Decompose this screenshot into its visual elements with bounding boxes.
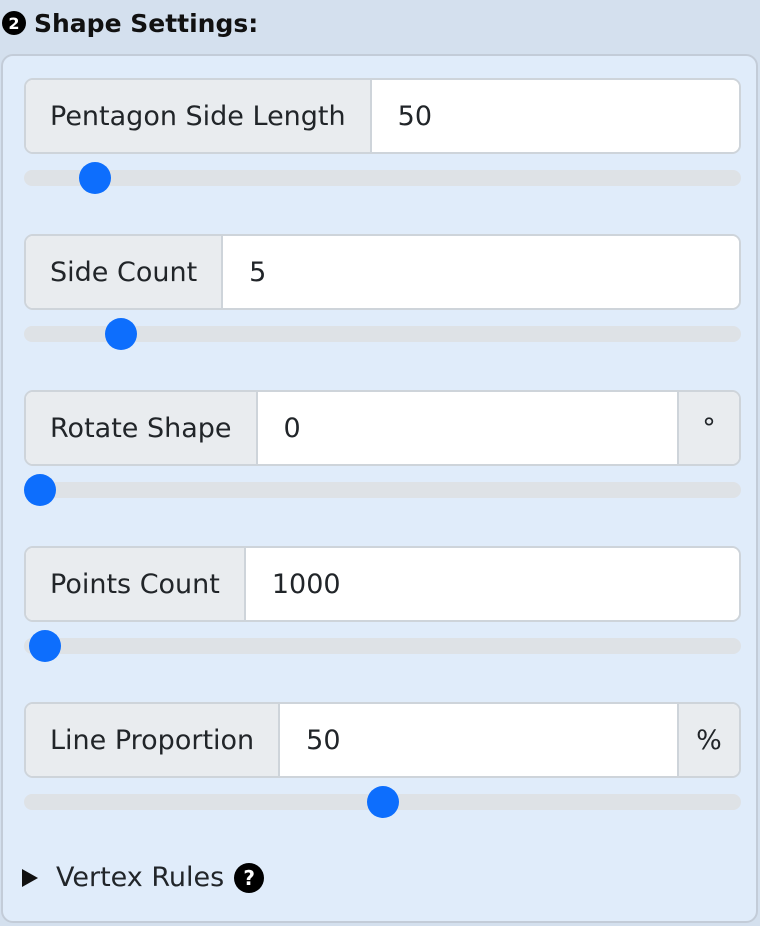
slider-thumb[interactable] [78, 162, 111, 194]
side-length-input[interactable] [371, 80, 739, 152]
rotate-shape-slider[interactable] [24, 474, 741, 506]
rotate-shape-input[interactable] [257, 392, 677, 464]
degree-unit-label: ° [677, 392, 739, 464]
line-proportion-input[interactable] [280, 704, 677, 776]
percent-unit-label: % [677, 704, 739, 776]
step-number-badge: 2 [2, 11, 26, 35]
slider-thumb[interactable] [366, 786, 399, 818]
side-count-input-group: Side Count [24, 234, 741, 310]
help-icon[interactable]: ? [234, 862, 265, 893]
section-title: Shape Settings: [34, 8, 259, 38]
disclosure-triangle-icon[interactable] [22, 868, 38, 887]
section-header: 2 Shape Settings: [2, 6, 258, 40]
slider-thumb[interactable] [104, 318, 137, 350]
side-count-label: Side Count [26, 236, 224, 308]
rotate-shape-input-group: Rotate Shape ° [24, 390, 741, 466]
side-length-label: Pentagon Side Length [26, 80, 372, 152]
side-length-input-group: Pentagon Side Length [24, 78, 741, 154]
shape-settings-panel: Pentagon Side Length Side Count Rotate S… [1, 54, 758, 923]
rotate-shape-label: Rotate Shape [26, 392, 258, 464]
slider-thumb[interactable] [29, 630, 62, 662]
line-proportion-label: Line Proportion [26, 704, 281, 776]
vertex-rules-toggle[interactable]: Vertex Rules ? [22, 862, 265, 893]
line-proportion-slider[interactable] [24, 786, 741, 818]
slider-track[interactable] [24, 170, 741, 186]
slider-track[interactable] [24, 638, 741, 654]
slider-track[interactable] [24, 482, 741, 498]
points-count-input[interactable] [245, 548, 739, 620]
points-count-input-group: Points Count [24, 546, 741, 622]
slider-thumb[interactable] [24, 474, 56, 506]
points-count-slider[interactable] [24, 630, 741, 662]
side-count-input[interactable] [223, 236, 739, 308]
side-count-slider[interactable] [24, 318, 741, 350]
line-proportion-input-group: Line Proportion % [24, 702, 741, 778]
points-count-label: Points Count [26, 548, 246, 620]
side-length-slider[interactable] [24, 162, 741, 194]
vertex-rules-label[interactable]: Vertex Rules [56, 862, 224, 893]
